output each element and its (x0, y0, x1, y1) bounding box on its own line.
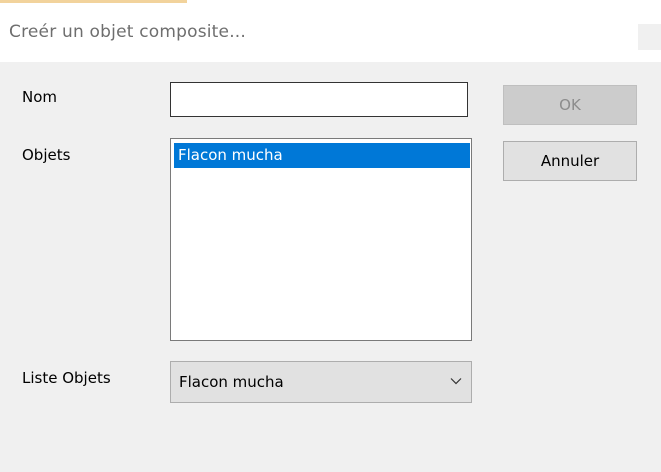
list-item[interactable]: Flacon mucha (174, 143, 470, 168)
liste-objets-label: Liste Objets (22, 369, 111, 387)
objets-label: Objets (22, 146, 71, 164)
window-title: Creér un objet composite... (9, 22, 247, 42)
liste-objets-select[interactable]: Flacon mucha (170, 361, 472, 403)
objets-listbox[interactable]: Flacon mucha (170, 138, 472, 341)
select-value: Flacon mucha (179, 373, 284, 391)
title-accent-bar (0, 0, 187, 3)
cancel-button[interactable]: Annuler (503, 141, 637, 181)
title-bar: Creér un objet composite... (0, 0, 661, 62)
ok-button[interactable]: OK (503, 85, 637, 125)
close-button[interactable] (638, 24, 661, 50)
nom-input[interactable] (170, 82, 468, 117)
nom-label: Nom (22, 88, 58, 106)
chevron-down-icon (450, 378, 462, 385)
